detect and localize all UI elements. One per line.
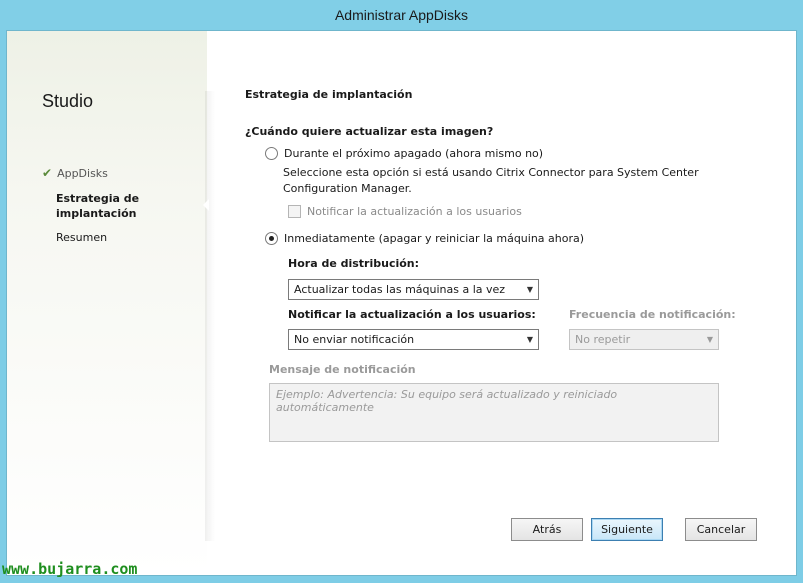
notify-users-value: No enviar notificación [294,333,415,346]
chevron-down-icon: ▼ [526,285,533,294]
distribution-time-value: Actualizar todas las máquinas a la vez [294,283,506,296]
notify-users-checkbox-row[interactable]: Notificar la actualización a los usuario… [288,205,522,218]
option-next-shutdown-label: Durante el próximo apagado (ahora mismo … [284,147,544,160]
dialog-window: Studio ✔ AppDisks Estrategia de implanta… [6,30,797,576]
page-title: Estrategia de implantación [245,88,413,101]
next-button[interactable]: Siguiente [591,518,663,541]
back-button[interactable]: Atrás [511,518,583,541]
notification-message-label: Mensaje de notificación [269,363,416,376]
notify-frequency-value: No repetir [575,333,631,346]
distribution-time-select[interactable]: Actualizar todas las máquinas a la vez ▼ [288,279,539,300]
notify-users-label: Notificar la actualización a los usuario… [288,308,536,321]
wizard-sidebar [7,31,207,575]
notify-users-select[interactable]: No enviar notificación ▼ [288,329,539,350]
checkmark-icon: ✔ [42,166,53,180]
window-title: Administrar AppDisks [0,0,803,30]
watermark: www.bujarra.com [2,560,138,578]
update-question: ¿Cuándo quiere actualizar esta imagen? [245,125,494,138]
sidebar-step-appdisks: ✔ AppDisks [42,166,108,180]
notify-frequency-select[interactable]: No repetir ▼ [569,329,719,350]
sidebar-step-label: AppDisks [57,166,108,180]
chevron-down-icon: ▼ [706,335,713,344]
sidebar-step-summary: Resumen [56,231,108,244]
distribution-time-label: Hora de distribución: [288,257,420,270]
sidebar-divider [205,91,215,541]
notify-frequency-label: Frecuencia de notificación: [569,308,736,321]
notify-users-checkbox-label: Notificar la actualización a los usuario… [307,205,522,218]
chevron-down-icon: ▼ [526,335,533,344]
radio-next-shutdown[interactable] [265,147,278,160]
option-immediately-label: Inmediatamente (apagar y reiniciar la má… [284,232,585,245]
radio-immediately[interactable] [265,232,278,245]
option-next-shutdown-description: Seleccione esta opción si está usando Ci… [283,166,699,195]
notify-users-checkbox[interactable] [288,205,301,218]
current-step-pointer [203,199,209,211]
cancel-button[interactable]: Cancelar [685,518,757,541]
option-immediately[interactable]: Inmediatamente (apagar y reiniciar la má… [265,231,584,247]
option-next-shutdown[interactable]: Durante el próximo apagado (ahora mismo … [265,146,543,162]
sidebar-step-deployment-strategy: Estrategia de implantación [56,192,140,220]
sidebar-heading: Studio [42,91,94,111]
notification-message-textarea[interactable]: Ejemplo: Advertencia: Su equipo será act… [269,383,719,442]
